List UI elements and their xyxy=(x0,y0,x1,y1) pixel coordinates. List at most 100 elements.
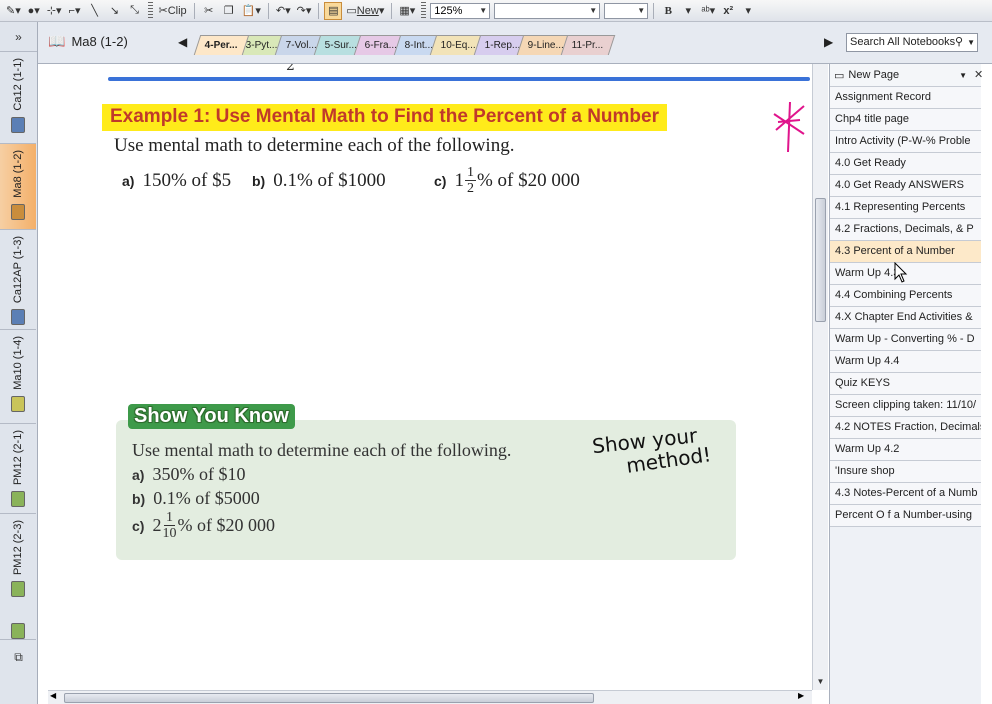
page-list-item[interactable]: Intro Activity (P-W-% Proble xyxy=(830,131,981,153)
vertical-scrollbar[interactable]: ▼ xyxy=(812,64,828,690)
toolbar-grip[interactable] xyxy=(421,1,427,20)
scroll-down-icon[interactable]: ▼ xyxy=(815,676,826,688)
scroll-thumb[interactable] xyxy=(64,693,594,703)
new-page-button[interactable]: ▭ New Page ▼ xyxy=(830,64,981,87)
redo-button[interactable]: ↷ ▾ xyxy=(295,2,314,20)
search-icon[interactable]: ⚲ xyxy=(955,34,963,51)
tabs-scroll-left-icon[interactable]: ◀ xyxy=(178,35,187,49)
page-list-item[interactable]: Warm Up 4.4 xyxy=(830,351,981,373)
bold-button[interactable]: B xyxy=(659,2,677,20)
page-list-item[interactable]: 4.4 Combining Percents xyxy=(830,285,981,307)
line-icon[interactable]: ╲ xyxy=(86,2,104,20)
cut-icon[interactable]: ✂ xyxy=(200,2,218,20)
superscript-button[interactable]: x² xyxy=(719,2,737,20)
zoom-value: 125% xyxy=(434,4,463,17)
horizontal-scrollbar[interactable]: ◀ ▶ xyxy=(48,690,812,704)
show-instruction: Use mental math to determine each of the… xyxy=(132,440,512,460)
zoom-select[interactable]: 125% ▼ xyxy=(430,2,491,19)
scroll-left-icon[interactable]: ◀ xyxy=(50,691,56,700)
part-text: 150% of $5 xyxy=(142,169,232,191)
notebook-item-ca12-1-1[interactable]: Ca12 (1-1) xyxy=(0,52,36,144)
page-list-item[interactable]: Screen clipping taken: 11/10/ xyxy=(830,395,981,417)
tab-label: 1-Rep... xyxy=(484,40,520,51)
separator xyxy=(391,2,393,19)
pen-icon[interactable]: ✎▾ xyxy=(4,2,23,20)
notebook-item-pm12-2-1[interactable]: PM12 (2-1) xyxy=(0,424,36,514)
notebook-label: Ca12 (1-1) xyxy=(12,58,24,111)
page-list-item[interactable]: 'Insure shop xyxy=(830,461,981,483)
page-list-item[interactable]: 4.2 NOTES Fraction, Decimals xyxy=(830,417,981,439)
title-rule xyxy=(108,77,810,81)
separator xyxy=(318,2,320,19)
tab-section-9[interactable]: 11-Pr... xyxy=(560,35,615,55)
double-arrow-icon[interactable]: ⤡ xyxy=(126,2,144,20)
notebook-title-text: Ma8 (1-2) xyxy=(71,34,128,49)
notebook-label: PM12 (2-1) xyxy=(12,430,24,486)
clip-button[interactable]: ✂ Clip xyxy=(157,2,189,20)
page-list-item[interactable]: 4.2 Fractions, Decimals, & P xyxy=(830,219,981,241)
page-list-item[interactable]: 4.0 Get Ready xyxy=(830,153,981,175)
color-icon[interactable]: ●▾ xyxy=(25,2,43,20)
whole-part: 1 xyxy=(454,169,464,191)
example-parts: a) 150% of $5 b) 0.1% of $1000 c) 1 12 %… xyxy=(122,165,580,196)
close-page-list-icon[interactable]: ✕ xyxy=(974,68,983,81)
separator xyxy=(267,2,269,19)
tab-section-0[interactable]: 4-Per... xyxy=(193,35,250,55)
table-icon[interactable]: ▦▾ xyxy=(397,2,417,20)
notebook-icon xyxy=(11,309,25,326)
page-list-toggle-icon[interactable]: ▤ xyxy=(324,1,343,20)
section-tabs: 4-Per... 3-Pyt... 7-Vol... 5-Sur... 6-Fr… xyxy=(193,35,615,55)
chevron-down-icon[interactable]: ▼ xyxy=(959,71,967,80)
arrow-line-icon[interactable]: ↘ xyxy=(106,2,124,20)
page-list-item[interactable]: Warm Up 4.2 xyxy=(830,439,981,461)
part-b: b) 0.1% of $1000 xyxy=(252,165,434,196)
page-list-item[interactable]: 4.0 Get Ready ANSWERS xyxy=(830,175,981,197)
scroll-thumb[interactable] xyxy=(815,198,826,322)
new-page-icon: ▭ xyxy=(346,5,357,17)
page-list-item[interactable]: Warm Up - Converting % - D xyxy=(830,329,981,351)
notebook-label: Ma10 (1-4) xyxy=(12,336,24,390)
notebook-item-ca12ap-1-3[interactable]: Ca12AP (1-3) xyxy=(0,230,36,330)
page-canvas[interactable]: 2 Example 1: Use Mental Math to Find the… xyxy=(48,64,810,690)
separator xyxy=(653,2,655,19)
font-select[interactable]: ▼ xyxy=(494,2,601,19)
page-list-item[interactable]: 4.3 Notes-Percent of a Numb xyxy=(830,483,981,505)
search-input[interactable]: Search All Notebooks ⚲ ▼ xyxy=(846,33,978,52)
show-part-b: b) 0.1% of $5000 xyxy=(132,488,260,509)
tab-label: 3-Pyt... xyxy=(245,40,278,51)
undo-button[interactable]: ↶ ▾ xyxy=(274,2,293,20)
scroll-right-icon[interactable]: ▶ xyxy=(798,691,804,700)
page-list-item-selected[interactable]: 4.3 Percent of a Number xyxy=(830,241,981,263)
notebook-item-pm12-2-3[interactable]: PM12 (2-3) xyxy=(0,514,36,640)
page-list-item[interactable]: Percent O f a Number-using xyxy=(830,505,981,527)
insert-space-icon[interactable]: ⊹▾ xyxy=(45,2,64,20)
notebook-item-ma10-1-4[interactable]: Ma10 (1-4) xyxy=(0,330,36,424)
notebook-icon xyxy=(11,581,25,598)
page-list-item[interactable]: 4.X Chapter End Activities & xyxy=(830,307,981,329)
paste-icon[interactable]: 📋▾ xyxy=(240,2,263,20)
tabs-scroll-right-icon[interactable]: ▶ xyxy=(824,35,833,49)
unfiled-notes-icon[interactable]: ⧉ xyxy=(0,640,37,674)
toolbar-grip[interactable] xyxy=(147,1,153,20)
font-size-select[interactable]: ▼ xyxy=(604,2,649,19)
tab-label: 4-Per... xyxy=(204,40,238,51)
notebook-navigation: » Ca12 (1-1) Ma8 (1-2) Ca12AP (1-3) Ma10… xyxy=(0,22,38,704)
collapse-nav-icon[interactable]: » xyxy=(0,22,37,52)
chevron-down-icon: ▼ xyxy=(479,5,488,15)
more-icon[interactable]: ▾ xyxy=(739,2,757,20)
handwritten-note: Show your method! xyxy=(591,423,712,478)
highlight-icon[interactable]: ▾ xyxy=(679,2,697,20)
clip-icon: ✂ xyxy=(158,5,168,17)
fraction: 12 xyxy=(464,165,476,196)
page-list-item[interactable]: Quiz KEYS xyxy=(830,373,981,395)
spellcheck-icon[interactable]: ᵃᵇ▾ xyxy=(699,2,717,20)
page-list-item[interactable]: Assignment Record xyxy=(830,87,981,109)
lasso-icon[interactable]: ⌐▾ xyxy=(66,2,84,20)
tab-label: 9-Line... xyxy=(527,40,564,51)
notebook-item-ma8-1-2[interactable]: Ma8 (1-2) xyxy=(0,144,36,230)
page-list-item[interactable]: Chp4 title page xyxy=(830,109,981,131)
page-list-item[interactable]: 4.1 Representing Percents xyxy=(830,197,981,219)
chevron-down-icon[interactable]: ▼ xyxy=(967,34,975,51)
copy-icon[interactable]: ❐ xyxy=(220,2,238,20)
new-button[interactable]: ▭ New ▾ xyxy=(344,2,386,20)
